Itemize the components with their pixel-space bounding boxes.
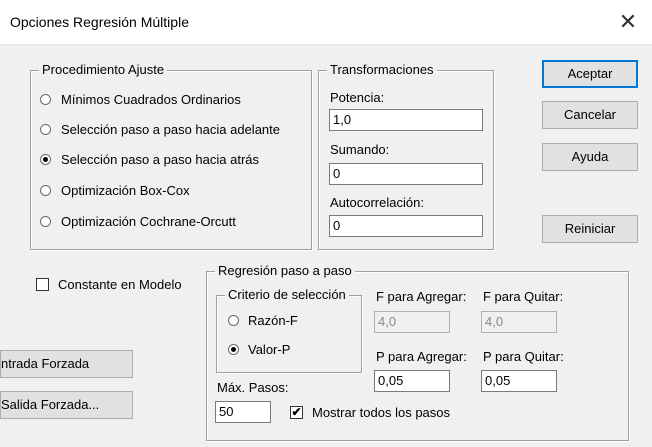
- radio-box-cox-label: Optimización Box-Cox: [61, 183, 190, 198]
- radio-paso-adelante[interactable]: [40, 124, 51, 135]
- radio-valor-p[interactable]: [228, 344, 239, 355]
- p-agregar-label: P para Agregar:: [376, 349, 467, 364]
- p-quitar-label: P para Quitar:: [483, 349, 564, 364]
- radio-valor-p-label: Valor-P: [248, 342, 291, 357]
- max-pasos-label: Máx. Pasos:: [217, 380, 289, 395]
- transformaciones-legend: Transformaciones: [327, 62, 437, 77]
- constante-checkbox[interactable]: [36, 278, 49, 291]
- radio-cochrane-orcutt[interactable]: [40, 216, 51, 227]
- sumando-label: Sumando:: [330, 142, 390, 157]
- radio-box-cox[interactable]: [40, 185, 51, 196]
- mostrar-pasos-checkbox[interactable]: ✔: [290, 406, 303, 419]
- mostrar-pasos-label: Mostrar todos los pasos: [312, 405, 451, 420]
- cancelar-button[interactable]: Cancelar: [542, 101, 638, 129]
- autocorrelacion-label: Autocorrelación:: [330, 195, 424, 210]
- sumando-input[interactable]: 0: [329, 163, 483, 185]
- aceptar-button[interactable]: Aceptar: [542, 60, 638, 88]
- radio-minimos-cuadrados[interactable]: [40, 94, 51, 105]
- f-quitar-input: 4,0: [481, 311, 557, 333]
- criterio-seleccion-group: Criterio de selección: [216, 287, 362, 373]
- reiniciar-button[interactable]: Reiniciar: [542, 215, 638, 243]
- entrada-forzada-button[interactable]: ntrada Forzada: [0, 350, 133, 378]
- radio-paso-atras-label: Selección paso a paso hacia atrás: [61, 152, 260, 167]
- salida-forzada-button[interactable]: Salida Forzada...: [0, 391, 133, 419]
- max-pasos-input[interactable]: 50: [215, 401, 271, 423]
- radio-razon-f-label: Razón-F: [248, 313, 298, 328]
- potencia-label: Potencia:: [330, 90, 385, 105]
- radio-paso-atras[interactable]: [40, 154, 51, 165]
- f-agregar-input: 4,0: [374, 311, 450, 333]
- f-agregar-label: F para Agregar:: [376, 289, 467, 304]
- procedimiento-ajuste-legend: Procedimiento Ajuste: [39, 62, 168, 77]
- potencia-input[interactable]: 1,0: [329, 109, 483, 131]
- f-quitar-label: F para Quitar:: [483, 289, 564, 304]
- p-agregar-input[interactable]: 0,05: [374, 370, 450, 392]
- dialog-body: Procedimiento Ajuste Mínimos Cuadrados O…: [0, 45, 652, 447]
- title-bar: Opciones Regresión Múltiple ✕: [0, 0, 652, 45]
- ayuda-button[interactable]: Ayuda: [542, 143, 638, 171]
- radio-minimos-cuadrados-label: Mínimos Cuadrados Ordinarios: [61, 92, 241, 107]
- constante-label: Constante en Modelo: [58, 277, 182, 292]
- radio-cochrane-orcutt-label: Optimización Cochrane-Orcutt: [61, 214, 236, 229]
- window-title: Opciones Regresión Múltiple: [10, 14, 189, 30]
- regresion-paso-legend: Regresión paso a paso: [215, 263, 355, 278]
- criterio-seleccion-legend: Criterio de selección: [225, 287, 349, 302]
- autocorrelacion-input[interactable]: 0: [329, 215, 483, 237]
- close-icon[interactable]: ✕: [614, 8, 642, 36]
- p-quitar-input[interactable]: 0,05: [481, 370, 557, 392]
- radio-razon-f[interactable]: [228, 315, 239, 326]
- radio-paso-adelante-label: Selección paso a paso hacia adelante: [61, 122, 280, 137]
